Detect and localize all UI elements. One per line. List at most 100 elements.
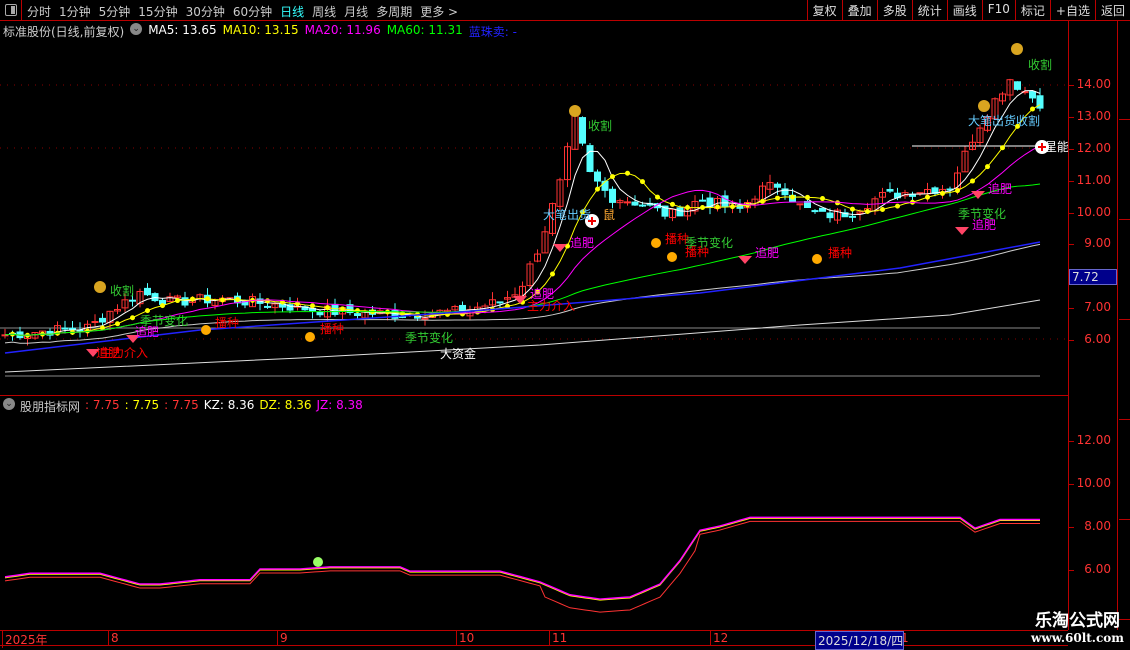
signal-label: 星能	[1045, 140, 1070, 154]
candle-down	[1014, 81, 1021, 90]
ma10-dot	[325, 305, 330, 311]
ma10-dot	[925, 194, 930, 200]
toolbar-button[interactable]: 返回	[1094, 0, 1130, 21]
tick-mark	[1069, 308, 1074, 310]
candle-up	[796, 203, 804, 206]
ma10-dot	[775, 195, 780, 201]
date-axis: 2025年 8 9 10 11 12 1 2025/12/18/四	[0, 630, 1068, 650]
candle-down	[144, 287, 151, 296]
ma10-dot	[850, 206, 855, 212]
signal-label: 收割	[1028, 58, 1053, 72]
orange-icon	[667, 252, 677, 262]
chevron-down-icon[interactable]: ⌄	[3, 398, 15, 410]
signal-label: 大笔出货收割	[968, 114, 1041, 128]
long-ma-white	[4, 299, 1041, 373]
tick-mark	[1069, 180, 1074, 182]
orange-icon	[305, 332, 315, 342]
tick-mark	[1069, 244, 1074, 246]
ma10-dot	[955, 188, 960, 194]
indicator-magenta-line	[4, 516, 1040, 600]
ma10-dot	[670, 201, 675, 207]
money-bag-icon	[569, 105, 581, 117]
candle-up	[624, 201, 631, 204]
money-bag-icon	[94, 281, 106, 293]
ma10-dot	[175, 298, 180, 304]
candle-down	[594, 171, 601, 182]
signal-label: 收割	[110, 284, 135, 298]
tick-mark	[1069, 441, 1074, 442]
candle-down	[774, 183, 781, 188]
indicator-title: 股朋指标网	[20, 400, 81, 414]
candle-down	[601, 180, 609, 191]
ma10-dot	[115, 321, 120, 327]
ma10-dot	[685, 204, 690, 210]
price-tick: 13.00	[1076, 108, 1111, 123]
signal-label: 播种	[828, 246, 853, 260]
candle-up	[421, 317, 429, 320]
ma10-dot	[235, 297, 240, 303]
signal-label: 追肥	[972, 218, 997, 232]
orange-icon	[201, 325, 211, 335]
signal-label: 鼠	[603, 208, 616, 222]
signal-label: 播种	[215, 316, 240, 330]
price-tick: 10.00	[1076, 204, 1111, 219]
panel-divider[interactable]	[0, 395, 1068, 396]
ma10-dot	[625, 170, 630, 176]
signal-label: 播种	[320, 322, 345, 336]
ma10-dot	[640, 179, 645, 185]
indicator-kz: KZ: 8.36	[203, 398, 255, 412]
indicator-tick: 10.00	[1076, 476, 1111, 490]
ma10-dot	[190, 296, 195, 302]
candle-down	[849, 215, 856, 218]
ma10-dot	[700, 204, 705, 210]
signal-label: 追肥	[988, 182, 1013, 196]
ma10-dot	[805, 194, 810, 200]
tick-mark	[1069, 148, 1074, 150]
orange-icon	[812, 254, 822, 264]
candle-down	[819, 207, 826, 212]
ma10-dot	[820, 196, 825, 202]
candle-down	[826, 212, 834, 219]
candle-down	[886, 188, 894, 192]
watermark-name: 乐淘公式网	[1035, 611, 1121, 631]
diamond-icon	[955, 227, 969, 235]
ma10-dot	[340, 306, 345, 312]
ma10-dot	[865, 209, 870, 215]
diamond-icon	[971, 191, 985, 199]
watermark: 乐淘公式网 www.60lt.com	[1031, 606, 1124, 645]
ma10-dot	[985, 164, 990, 170]
tick-mark	[1069, 116, 1074, 118]
signal-label: 收割	[588, 119, 613, 133]
candle-down	[316, 311, 324, 316]
indicator-tick: 8.00	[1084, 519, 1111, 533]
money-bag-icon	[1011, 43, 1023, 55]
ma10-dot	[355, 308, 360, 314]
price-axis: 14.00 13.00 12.00 11.00 10.00 9.00 7.00 6.00 12.…	[1068, 20, 1118, 630]
ma10-dot	[655, 194, 660, 200]
watermark-url: www.60lt.com	[1031, 631, 1124, 645]
date-label: 8	[108, 631, 119, 645]
indicator-tick: 6.00	[1084, 562, 1111, 576]
tick-mark	[1069, 212, 1074, 214]
ma10-dot	[715, 204, 720, 210]
indicator-v1: : 7.75	[85, 398, 120, 412]
candle-down	[181, 297, 189, 306]
date-label: 10	[456, 631, 474, 645]
fruit-icon	[313, 557, 323, 567]
side-panel-tabs[interactable]	[1119, 20, 1130, 630]
ma10-dot	[760, 198, 765, 204]
price-tick: 11.00	[1076, 172, 1111, 187]
signal-label: 追肥	[570, 236, 595, 250]
ma10-dot	[595, 186, 600, 192]
signal-label: 季节变化	[405, 331, 454, 345]
ma10-dot	[310, 303, 315, 309]
candle-down	[631, 201, 639, 206]
tick-mark	[1069, 570, 1074, 571]
candle-down	[699, 199, 706, 202]
ma10-dot	[550, 271, 555, 277]
candle-down	[331, 303, 339, 315]
tick-mark	[1069, 484, 1074, 485]
price-tick: 6.00	[1084, 332, 1111, 346]
ma10-dot	[220, 297, 225, 303]
signal-label: 大笔出货	[543, 208, 592, 222]
